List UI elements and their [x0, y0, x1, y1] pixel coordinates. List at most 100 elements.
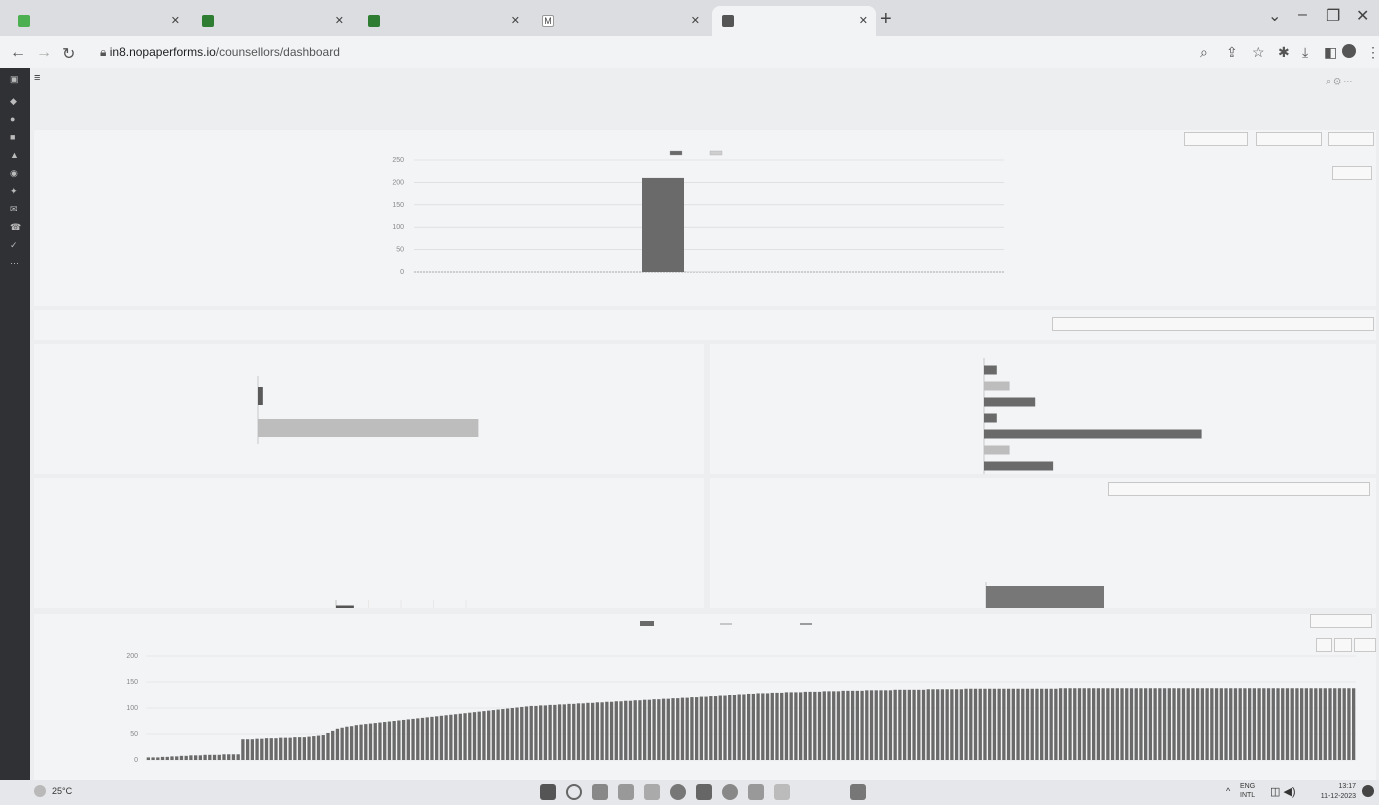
bar-162 — [912, 689, 916, 760]
application-stage-card — [710, 478, 1376, 608]
sidebar-item-home[interactable]: ◆ — [10, 96, 20, 106]
browser-tab[interactable]: ✕ — [8, 6, 188, 36]
back-icon[interactable]: ← — [10, 44, 26, 62]
search-icon[interactable]: ⌕ — [1200, 44, 1208, 61]
close-icon[interactable]: ✕ — [511, 14, 520, 27]
store-icon[interactable] — [696, 784, 712, 800]
edge-icon[interactable] — [670, 784, 686, 800]
bar-145 — [832, 691, 836, 760]
network-volume-icons[interactable]: ◫ ◀︎) — [1270, 785, 1296, 798]
weather-icon — [34, 785, 46, 797]
bar-158 — [893, 689, 897, 760]
bar-228 — [1224, 688, 1228, 760]
close-icon[interactable]: ✕ — [691, 14, 700, 27]
header-icons[interactable]: ⌕ ⚙ ⋯ — [1326, 76, 1352, 87]
counsellor-select[interactable] — [1052, 317, 1374, 331]
search-icon[interactable] — [566, 784, 582, 800]
address-bar[interactable]: 🔒︎ in8.nopaperforms.io/counsellors/dashb… — [90, 41, 1180, 63]
sidebar-item-more[interactable]: ⋯ — [10, 258, 20, 268]
restore-button[interactable]: ❐ — [1326, 6, 1340, 26]
hamburger-icon[interactable]: ≡ — [34, 72, 40, 84]
segregation-header — [34, 310, 1376, 340]
bar-209 — [1134, 688, 1138, 760]
chevron-down-icon[interactable]: ⌄ — [1268, 6, 1281, 26]
chevron-up-icon[interactable]: ^ — [1226, 786, 1230, 796]
sidebar-item-users[interactable]: ▲ — [10, 150, 20, 160]
bar-82 — [534, 705, 538, 760]
download-icon[interactable]: ⤓ — [1302, 44, 1308, 61]
bar-23 — [255, 738, 259, 760]
browser-tab[interactable]: M ✕ — [532, 6, 708, 36]
weather-temp[interactable]: 25°C — [52, 786, 72, 796]
chrome-icon[interactable] — [722, 784, 738, 800]
excel-icon[interactable] — [774, 784, 790, 800]
bar-210 — [1139, 688, 1143, 760]
y-tick-label: 200 — [392, 179, 404, 186]
bar-3 — [160, 756, 165, 760]
bar-0 — [986, 586, 1104, 608]
sidebar-item-mail[interactable]: ✉ — [10, 204, 20, 214]
y-tick-label: 250 — [392, 157, 404, 164]
close-window-button[interactable]: ✕ — [1356, 6, 1369, 26]
windows-start-icon[interactable] — [540, 784, 556, 800]
browser-tab[interactable]: ✕ — [192, 6, 352, 36]
new-tab-button[interactable]: + — [880, 8, 892, 31]
bar-187 — [1030, 688, 1034, 760]
bar-48 — [373, 723, 377, 760]
close-icon[interactable]: ✕ — [171, 14, 180, 27]
sidepanel-icon[interactable]: ◧ — [1324, 44, 1337, 61]
chat-icon[interactable] — [618, 784, 634, 800]
bar-109 — [661, 698, 666, 760]
bar-36 — [316, 735, 321, 760]
os-taskbar: 25°C ^ ENG INTL ◫ ◀︎) 13:17 11-12-2023 — [0, 780, 1379, 805]
bar-21 — [245, 739, 250, 760]
bar-0 — [258, 387, 263, 405]
bar-105 — [642, 699, 647, 760]
bar-37 — [321, 735, 325, 760]
bar-92 — [581, 703, 585, 760]
bar-207 — [1125, 688, 1129, 760]
bar-163 — [917, 689, 921, 760]
google-drive-icon — [18, 15, 30, 27]
browser-tab-active[interactable]: ✕ — [712, 6, 876, 36]
avatar[interactable] — [1342, 44, 1356, 58]
file-explorer-icon[interactable] — [644, 784, 660, 800]
sidebar-item-tasks[interactable]: ✓ — [10, 240, 20, 250]
bar-15 — [217, 754, 221, 760]
bar-239 — [1276, 688, 1280, 760]
star-icon[interactable]: ☆ — [1252, 44, 1265, 61]
close-icon[interactable]: ✕ — [859, 14, 868, 27]
reload-icon[interactable]: ↻ — [62, 44, 75, 64]
logo-icon[interactable]: ▣ — [10, 74, 20, 84]
language-indicator[interactable]: ENG INTL — [1240, 782, 1255, 800]
close-icon[interactable]: ✕ — [335, 14, 344, 27]
forward-icon[interactable]: → — [36, 44, 52, 62]
clock[interactable]: 13:17 11-12-2023 — [1306, 782, 1356, 802]
bar-194 — [1063, 688, 1067, 760]
bar-110 — [666, 698, 670, 760]
notification-icon[interactable] — [1362, 785, 1374, 797]
sidebar-item-settings[interactable]: ✦ — [10, 186, 20, 196]
share-icon[interactable]: ⇪ — [1226, 44, 1238, 61]
extensions-icon[interactable]: ✱ — [1278, 44, 1290, 61]
bar-81 — [529, 705, 533, 760]
minimize-button[interactable]: – — [1298, 6, 1307, 24]
bar-223 — [1200, 688, 1205, 760]
word-icon[interactable] — [850, 784, 866, 800]
url-path: /counsellors/dashboard — [215, 45, 340, 59]
app-icon[interactable] — [748, 784, 764, 800]
bar-9 — [189, 755, 193, 760]
sidebar-item-applications[interactable]: ■ — [10, 132, 20, 142]
bar-180 — [997, 688, 1001, 760]
bar-29 — [283, 737, 288, 760]
bar-72 — [487, 710, 491, 760]
sidebar-item-reports[interactable]: ◉ — [10, 168, 20, 178]
menu-icon[interactable]: ⋮ — [1366, 44, 1379, 61]
task-view-icon[interactable] — [592, 784, 608, 800]
browser-tab[interactable]: ✕ — [358, 6, 528, 36]
sidebar-item-leads[interactable]: ● — [10, 114, 20, 124]
sidebar-item-calls[interactable]: ☎ — [10, 222, 21, 232]
bar-219 — [1181, 688, 1186, 760]
bar-154 — [874, 690, 878, 760]
bar-136 — [789, 692, 793, 760]
